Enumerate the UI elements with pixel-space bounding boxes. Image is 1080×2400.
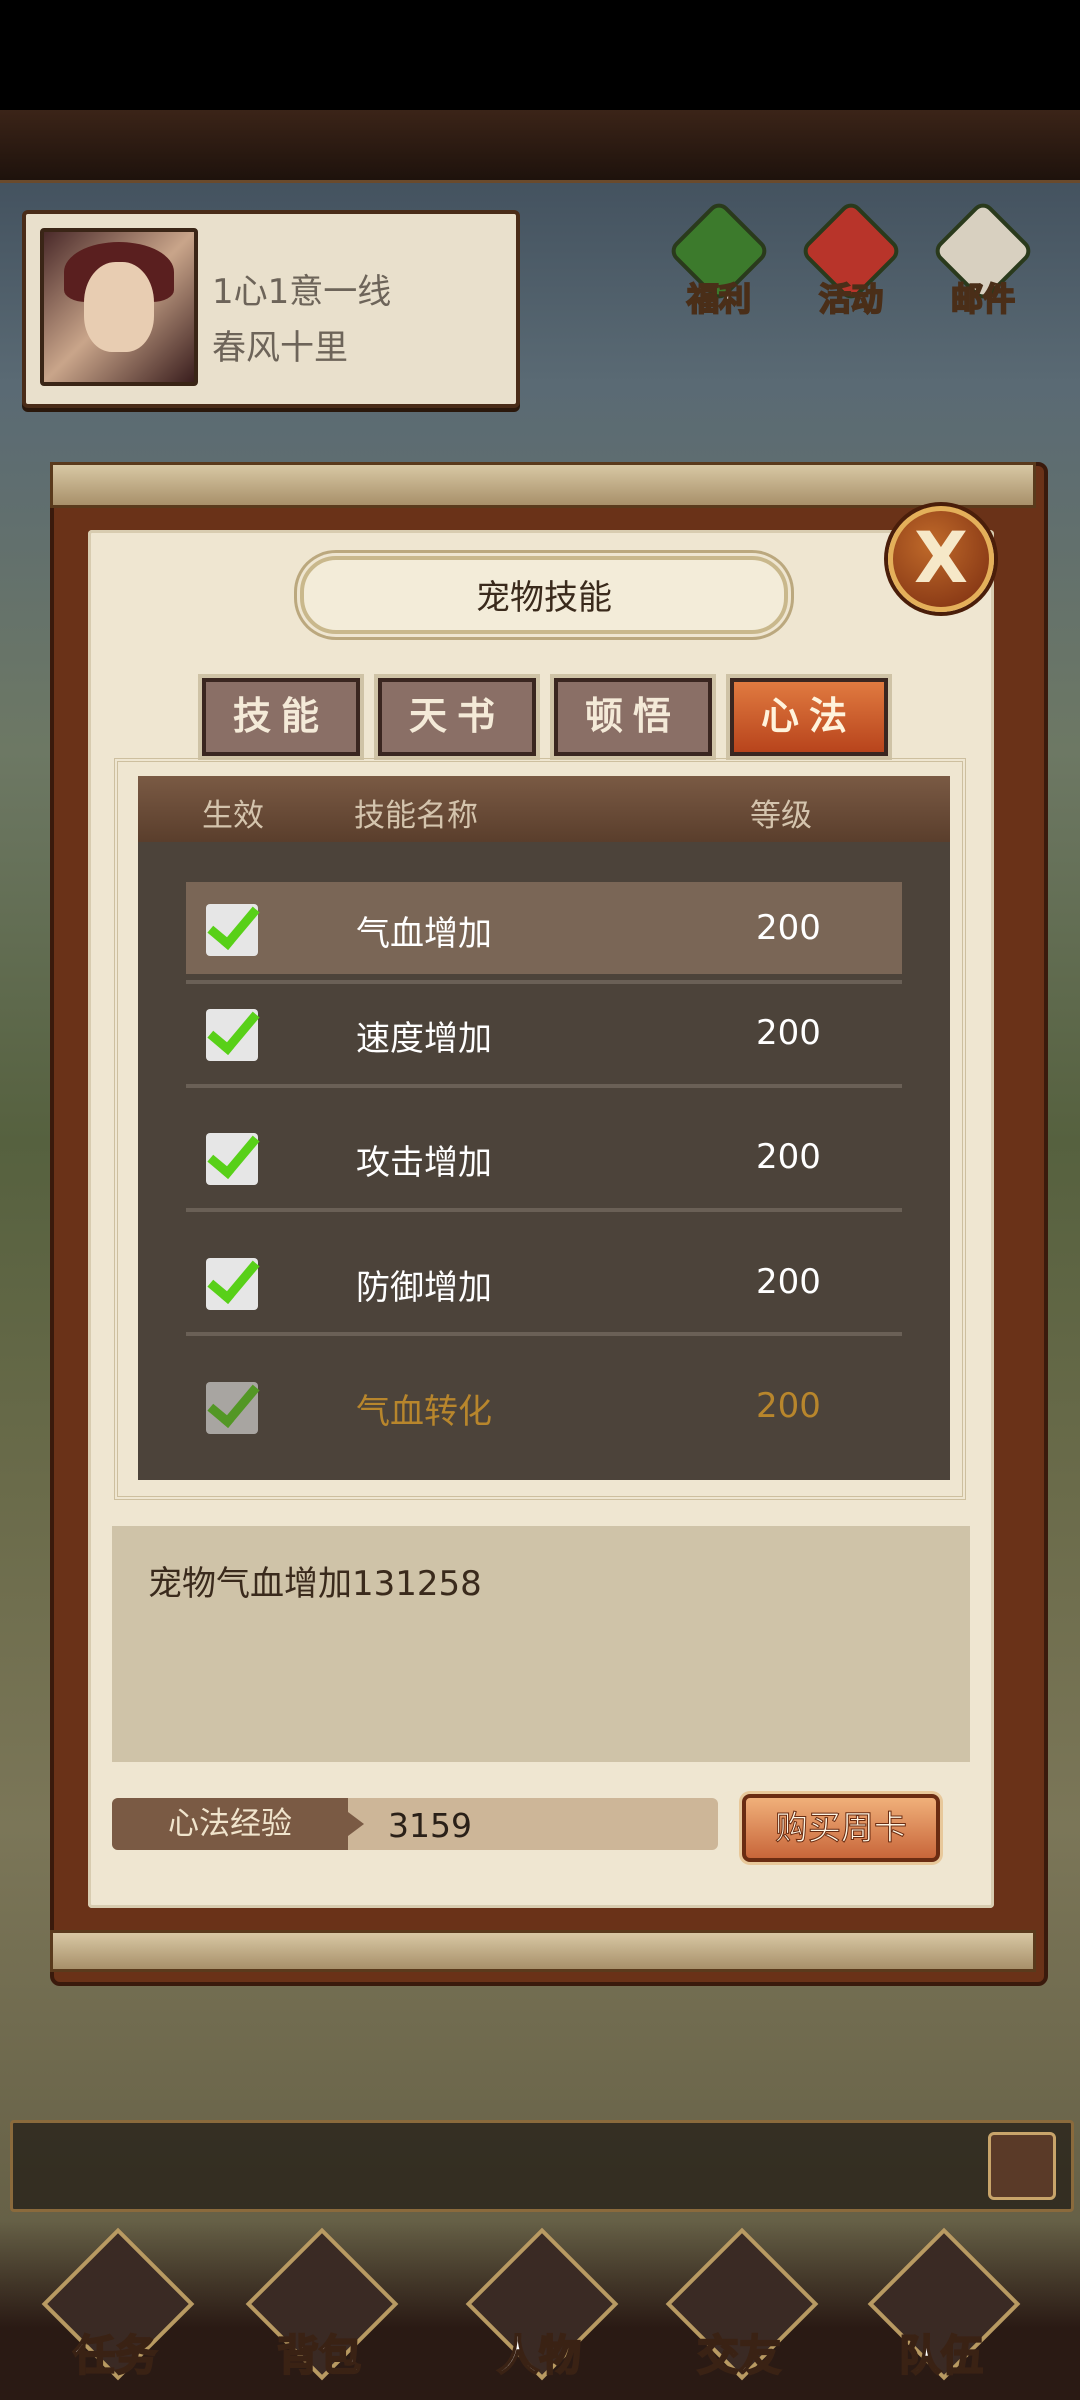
- welfare-button[interactable]: 福利: [664, 204, 774, 319]
- exp-value: 3159: [388, 1806, 472, 1845]
- chat-expand-icon[interactable]: [988, 2132, 1056, 2200]
- nav-label: 队伍: [898, 2330, 984, 2381]
- skill-level: 200: [756, 908, 821, 948]
- skill-name: 防御增加: [356, 1268, 492, 1308]
- table-row[interactable]: 防御增加 200: [186, 1236, 902, 1328]
- checkbox-checked[interactable]: [206, 1382, 258, 1434]
- nav-bag[interactable]: 背包: [244, 2227, 399, 2400]
- tab-heavenly-book[interactable]: 天书: [378, 678, 536, 756]
- exp-label: 心法经验: [112, 1798, 364, 1850]
- skill-description: 宠物气血增加131258: [148, 1564, 482, 1604]
- tab-enlightenment[interactable]: 顿悟: [554, 678, 712, 756]
- dialog-title-plaque: 宠物技能: [300, 556, 788, 634]
- activity-button[interactable]: 活动: [796, 204, 906, 319]
- skill-level: 200: [756, 1013, 821, 1053]
- nav-label: 交友: [696, 2330, 782, 2381]
- player-avatar[interactable]: [40, 228, 198, 386]
- player-card[interactable]: 1心1意一线 春风十里: [22, 210, 520, 408]
- skill-name: 气血增加: [356, 914, 492, 954]
- checkbox-checked[interactable]: [206, 904, 258, 956]
- skill-description-box: 宠物气血增加131258: [112, 1526, 970, 1762]
- top-frame: [0, 110, 1080, 183]
- skill-name: 攻击增加: [356, 1143, 492, 1183]
- checkbox-checked[interactable]: [206, 1258, 258, 1310]
- tab-mental-method[interactable]: 心法: [730, 678, 888, 756]
- header-effect: 生效: [202, 798, 264, 834]
- welfare-label: 福利: [686, 279, 752, 319]
- player-name: 春风十里: [212, 328, 348, 368]
- tab-skills[interactable]: 技能: [202, 678, 360, 756]
- exp-bar: 心法经验 3159: [112, 1798, 718, 1850]
- header-level: 等级: [750, 798, 812, 834]
- row-divider: [186, 1084, 902, 1088]
- chat-bar[interactable]: [10, 2120, 1074, 2212]
- table-row[interactable]: 气血增加 200: [186, 882, 902, 974]
- row-divider: [186, 1208, 902, 1212]
- nav-label: 任务: [72, 2330, 158, 2381]
- table-header: 生效 技能名称 等级: [138, 776, 950, 842]
- skill-table: 生效 技能名称 等级 气血增加 200 速度增加 200 攻击增加 200 防御…: [138, 776, 950, 1480]
- activity-label: 活动: [818, 279, 884, 319]
- row-divider: [186, 1332, 902, 1336]
- nav-label: 人物: [496, 2330, 582, 2381]
- header-skill-name: 技能名称: [354, 798, 478, 834]
- skill-level: 200: [756, 1137, 821, 1177]
- checkbox-checked[interactable]: [206, 1009, 258, 1061]
- table-row[interactable]: 气血转化 200: [186, 1360, 902, 1452]
- checkbox-checked[interactable]: [206, 1133, 258, 1185]
- skill-name: 气血转化: [356, 1392, 492, 1432]
- skill-table-frame: 生效 技能名称 等级 气血增加 200 速度增加 200 攻击增加 200 防御…: [114, 758, 966, 1500]
- nav-label: 背包: [276, 2330, 362, 2381]
- table-row[interactable]: 攻击增加 200: [186, 1111, 902, 1203]
- close-icon: X: [914, 517, 968, 599]
- nav-friends[interactable]: 交友: [664, 2227, 819, 2400]
- dialog-rail-top: [50, 462, 1036, 508]
- dialog-title: 宠物技能: [476, 578, 612, 618]
- mail-label: 邮件: [950, 279, 1016, 319]
- skill-level: 200: [756, 1262, 821, 1302]
- row-divider: [186, 980, 902, 984]
- table-row[interactable]: 速度增加 200: [186, 987, 902, 1079]
- buy-weekly-card-button[interactable]: 购买周卡: [742, 1794, 940, 1862]
- skill-name: 速度增加: [356, 1019, 492, 1059]
- nav-quests[interactable]: 任务: [40, 2227, 195, 2400]
- nav-team[interactable]: 队伍: [866, 2227, 1021, 2400]
- close-button[interactable]: X: [888, 506, 994, 612]
- nav-character[interactable]: 人物: [464, 2227, 619, 2400]
- skill-level: 200: [756, 1386, 821, 1426]
- pet-skills-dialog: 宠物技能 X 技能 天书 顿悟 心法 生效 技能名称 等级 气血增加 200 速…: [88, 506, 994, 1908]
- mail-button[interactable]: 邮件: [928, 204, 1038, 319]
- dialog-rail-bottom: [50, 1930, 1036, 1972]
- player-guild-name: 1心1意一线: [212, 272, 392, 312]
